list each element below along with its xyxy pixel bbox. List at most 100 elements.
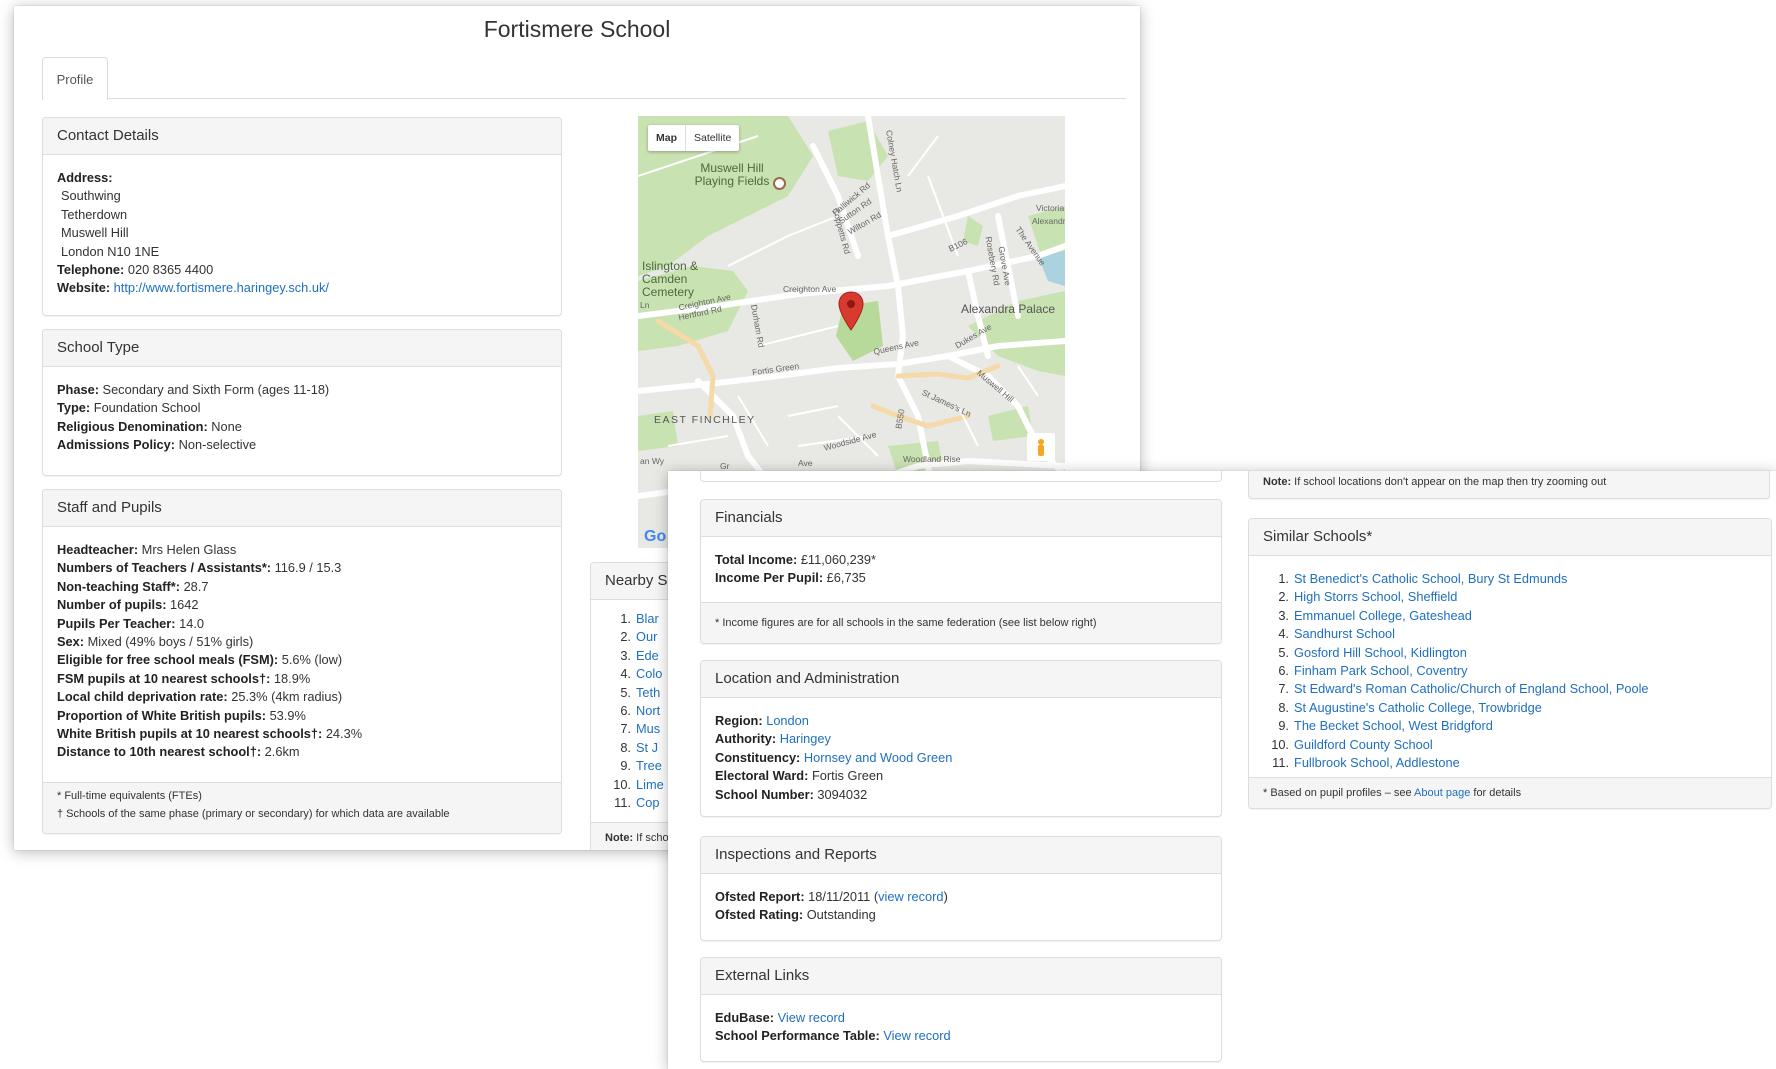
ofsted-report-date: 18/11/2011 ( — [808, 889, 879, 904]
road-label: an Wy — [640, 456, 665, 466]
list-item[interactable]: 3. Emmanuel College, Gateshead — [1263, 607, 1757, 625]
inspections-heading: Inspections and Reports — [701, 837, 1221, 874]
performance-table-label: School Performance Table: — [715, 1028, 880, 1044]
stat-label: Eligible for free school meals (FSM): — [57, 652, 279, 668]
stat-value: 18.9% — [273, 670, 311, 686]
school-number-label: School Number: — [715, 786, 814, 802]
ofsted-rating-label: Ofsted Rating: — [715, 907, 804, 923]
map-place-label: EAST FINCHLEY — [654, 414, 756, 426]
total-income-label: Total Income: — [715, 552, 798, 567]
stat-value: 14.0 — [179, 615, 205, 631]
address-line: Muswell Hill — [61, 225, 129, 241]
stat-label: Distance to 10th nearest school†: — [57, 744, 262, 760]
nearby-note-continuation: Note: If school locations don't appear o… — [1248, 471, 1770, 499]
region-label: Region: — [715, 713, 763, 728]
type-label: Type: — [57, 400, 91, 416]
stat-value: 1642 — [170, 597, 199, 613]
staff-pupils-heading: Staff and Pupils — [43, 490, 561, 527]
phase-label: Phase: — [57, 382, 99, 397]
stat-label: Headteacher: — [57, 542, 139, 557]
electoral-ward-value: Fortis Green — [811, 768, 884, 784]
income-per-pupil-value: £6,735 — [826, 570, 866, 586]
list-item[interactable]: 9. The Becket School, West Bridgford — [1263, 717, 1757, 735]
address-label: Address: — [57, 170, 113, 185]
list-item[interactable]: 5. Gosford Hill School, Kidlington — [1263, 644, 1757, 662]
poi-icon — [773, 177, 786, 190]
road-label: Victoria — [1036, 203, 1065, 213]
school-number-value: 3094032 — [817, 786, 868, 802]
telephone-label: Telephone: — [57, 262, 125, 278]
staff-pupils-panel: Staff and Pupils Headteacher: Mrs Helen … — [42, 489, 562, 834]
stat-value: 5.6% (low) — [281, 652, 343, 668]
list-item[interactable]: 2. High Storrs School, Sheffield — [1263, 588, 1757, 606]
phase-value: Secondary and Sixth Form (ages 11-18) — [102, 382, 330, 397]
stat-label: Numbers of Teachers / Assistants*: — [57, 560, 272, 576]
website-link[interactable]: http://www.fortismere.haringey.sch.uk/ — [114, 280, 329, 295]
region-link[interactable]: London — [766, 713, 809, 728]
stat-value: 116.9 / 15.3 — [274, 560, 342, 576]
income-per-pupil-label: Income Per Pupil: — [715, 570, 824, 586]
list-item[interactable]: 8. St Augustine's Catholic College, Trowb… — [1263, 699, 1757, 717]
contact-details-heading: Contact Details — [43, 118, 561, 155]
edubase-label: EduBase: — [715, 1010, 775, 1025]
authority-link[interactable]: Haringey — [780, 731, 831, 746]
website-label: Website: — [57, 280, 111, 296]
financials-footnote: * Income figures are for all schools in … — [701, 602, 1221, 643]
admissions-policy-label: Admissions Policy: — [57, 437, 176, 453]
total-income-value: £11,060,239* — [800, 552, 877, 567]
stat-value: Mixed (49% boys / 51% girls) — [87, 634, 254, 650]
edubase-link[interactable]: View record — [778, 1010, 845, 1025]
performance-table-link[interactable]: View record — [883, 1028, 950, 1043]
financials-heading: Financials — [701, 500, 1221, 537]
similar-schools-list: 1. St Benedict's Catholic School, Bury St… — [1263, 570, 1757, 772]
stat-label: Number of pupils: — [57, 597, 167, 613]
stat-label: Sex: — [57, 634, 85, 650]
road-label: Alexandra — [1032, 216, 1065, 226]
profile-window-lower: Note: If school locations don't appear o… — [668, 471, 1776, 1069]
map-type-satellite-button[interactable]: Satellite — [686, 125, 739, 151]
school-type-heading: School Type — [43, 330, 561, 367]
nearby-note-text: If scho — [636, 832, 669, 844]
authority-label: Authority: — [715, 731, 777, 747]
list-item[interactable]: 10. Guildford County School — [1263, 736, 1757, 754]
stat-label: Non-teaching Staff*: — [57, 578, 180, 594]
admissions-policy-value: Non-selective — [178, 437, 257, 453]
location-admin-heading: Location and Administration — [701, 661, 1221, 698]
ofsted-report-label: Ofsted Report: — [715, 889, 805, 904]
similar-schools-heading: Similar Schools* — [1249, 519, 1771, 556]
road-label: Creighton Ave — [783, 284, 837, 294]
ofsted-view-record-link[interactable]: view record — [878, 889, 943, 904]
financials-panel: Financials Total Income: £11,060,239* In… — [700, 499, 1222, 644]
map-type-control: Map Satellite — [648, 125, 740, 151]
ofsted-report-close: ) — [943, 889, 948, 904]
road-label: Ave — [798, 458, 813, 468]
address-line: Tetherdown — [61, 206, 128, 222]
electoral-ward-label: Electoral Ward: — [715, 768, 809, 784]
location-admin-panel: Location and Administration Region: Lond… — [700, 660, 1222, 817]
map-place-label: Alexandra Palace — [961, 302, 1056, 316]
stat-label: White British pupils at 10 nearest schoo… — [57, 726, 323, 742]
similar-footnote-prefix: * Based on pupil profiles – see — [1263, 787, 1415, 799]
nearby-note-text: If school locations don't appear on the … — [1294, 476, 1607, 488]
type-value: Foundation School — [93, 400, 201, 416]
about-page-link[interactable]: About page — [1414, 787, 1470, 799]
map-marker-icon[interactable] — [838, 291, 864, 331]
map-type-map-button[interactable]: Map — [648, 125, 686, 151]
constituency-link[interactable]: Hornsey and Wood Green — [804, 750, 952, 765]
stat-value: 24.3% — [325, 726, 363, 742]
list-item[interactable]: 4. Sandhurst School — [1263, 625, 1757, 643]
school-type-panel: School Type Phase: Secondary and Sixth F… — [42, 329, 562, 476]
list-item[interactable]: 6. Finham Park School, Coventry — [1263, 662, 1757, 680]
map-place-label: Muswell Hill Playing Fields — [694, 161, 770, 188]
tab-profile[interactable]: Profile — [42, 57, 108, 100]
similar-schools-panel: Similar Schools* 1. St Benedict's Catholi… — [1248, 518, 1772, 809]
google-logo: Go — [644, 528, 667, 545]
panel-fragment — [700, 471, 1222, 482]
list-item[interactable]: 7. St Edward's Roman Catholic/Church of E… — [1263, 680, 1757, 698]
fte-footnote: * Full-time equivalents (FTEs) — [57, 790, 202, 802]
list-item[interactable]: 11. Fullbrook School, Addlestone — [1263, 754, 1757, 772]
address-line: Southwing — [61, 188, 121, 204]
stat-label: Local child deprivation rate: — [57, 689, 228, 705]
inspections-panel: Inspections and Reports Ofsted Report: 1… — [700, 836, 1222, 941]
list-item[interactable]: 1. St Benedict's Catholic School, Bury St… — [1263, 570, 1757, 588]
